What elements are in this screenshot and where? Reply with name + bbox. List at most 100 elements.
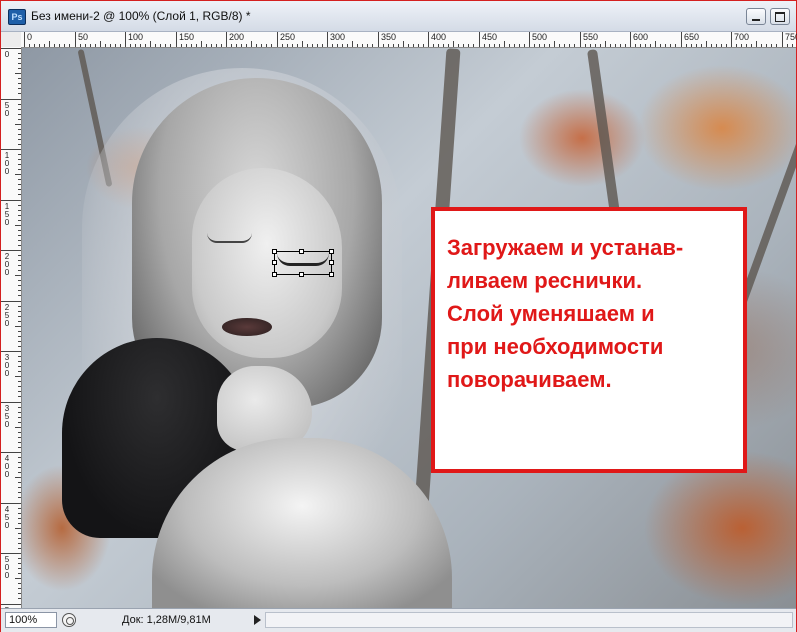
ruler-tick — [15, 174, 21, 175]
vertical-ruler[interactable]: 050100150200250300350400450500550 — [1, 47, 22, 631]
ruler-tick — [489, 44, 490, 47]
image-canvas[interactable]: Загружаем и устанав- ливаем реснички. Сл… — [22, 48, 796, 608]
transform-handle[interactable] — [272, 272, 277, 277]
ruler-tick — [110, 44, 111, 47]
ruler-tick — [18, 144, 21, 145]
transform-handle[interactable] — [299, 249, 304, 254]
ruler-tick — [18, 563, 21, 564]
ruler-tick — [49, 41, 50, 47]
transform-handle[interactable] — [329, 260, 334, 265]
ruler-tick — [1, 503, 21, 504]
ruler-tick — [1, 452, 21, 453]
transform-handle[interactable] — [272, 249, 277, 254]
ruler-tick — [271, 44, 272, 47]
restore-button[interactable] — [770, 8, 790, 25]
ruler-tick — [766, 44, 767, 47]
status-menu-arrow-icon[interactable] — [254, 615, 261, 625]
ruler-tick — [266, 44, 267, 47]
ruler-tick — [15, 326, 21, 327]
ruler-tick — [236, 44, 237, 47]
ruler-tick — [90, 44, 91, 47]
ruler-tick — [160, 44, 161, 47]
horizontal-scrollbar[interactable] — [265, 612, 793, 628]
ruler-tick — [1, 99, 21, 100]
ruler-tick — [1, 402, 21, 403]
ruler-tick — [64, 44, 65, 47]
horizontal-ruler[interactable]: 0 50 100 150 200 250 300 350 400 450 500 550 600 650 7… — [21, 32, 797, 48]
ruler-tick — [191, 44, 192, 47]
ruler-tick — [1, 604, 21, 605]
ruler-tick — [18, 280, 21, 281]
ruler-tick — [75, 32, 76, 47]
ruler-tick — [18, 593, 21, 594]
ruler-tick — [640, 44, 641, 47]
ruler-tick — [15, 427, 21, 428]
ruler-tick — [18, 598, 21, 599]
ruler-label: 700 — [734, 32, 750, 42]
ruler-tick — [782, 32, 783, 47]
ruler-tick — [85, 44, 86, 47]
transform-handle[interactable] — [272, 260, 277, 265]
ruler-tick — [524, 44, 525, 47]
ruler-tick — [574, 44, 575, 47]
status-bar: 100% Док: 1,28M/9,81M — [1, 608, 796, 632]
ruler-tick — [95, 44, 96, 47]
ruler-tick — [18, 194, 21, 195]
ruler-tick — [383, 44, 384, 47]
ruler-tick — [352, 41, 353, 47]
transform-handle[interactable] — [329, 249, 334, 254]
ruler-tick — [18, 568, 21, 569]
ruler-tick — [18, 437, 21, 438]
ruler-tick — [433, 44, 434, 47]
ruler-tick — [155, 44, 156, 47]
ruler-tick — [18, 255, 21, 256]
ruler-tick — [468, 44, 469, 47]
ruler-tick — [484, 44, 485, 47]
ruler-tick — [18, 396, 21, 397]
ruler-tick — [18, 573, 21, 574]
ruler-tick — [18, 472, 21, 473]
ruler-tick — [18, 311, 21, 312]
restore-icon — [775, 12, 785, 22]
ruler-label: 300 — [330, 32, 346, 42]
ruler-tick — [18, 205, 21, 206]
ruler-tick — [256, 44, 257, 47]
zoom-preview-icon[interactable] — [62, 613, 76, 627]
title-bar[interactable]: Ps Без имени-2 @ 100% (Слой 1, RGB/8) * — [1, 1, 796, 32]
ruler-tick — [231, 44, 232, 47]
ruler-tick — [736, 44, 737, 47]
ruler-tick — [686, 44, 687, 47]
ruler-tick — [211, 44, 212, 47]
ruler-label: 0 — [4, 50, 10, 59]
ruler-tick — [600, 44, 601, 47]
ruler-tick — [605, 41, 606, 47]
ruler-tick — [135, 44, 136, 47]
ruler-tick — [18, 63, 21, 64]
ruler-tick — [15, 225, 21, 226]
ruler-tick — [18, 583, 21, 584]
ruler-tick — [18, 391, 21, 392]
ruler-tick — [18, 371, 21, 372]
ruler-tick — [18, 114, 21, 115]
zoom-level-field[interactable]: 100% — [5, 612, 57, 628]
ruler-tick — [18, 88, 21, 89]
minimize-button[interactable] — [746, 8, 766, 25]
transform-handle[interactable] — [329, 272, 334, 277]
ruler-tick — [18, 381, 21, 382]
ruler-tick — [18, 78, 21, 79]
ruler-tick — [746, 44, 747, 47]
ruler-tick — [18, 341, 21, 342]
free-transform-box[interactable] — [272, 249, 334, 277]
ruler-tick — [18, 270, 21, 271]
ruler-label: 450 — [4, 505, 10, 530]
ruler-label: 200 — [4, 252, 10, 277]
ruler-tick — [418, 44, 419, 47]
ruler-tick — [347, 44, 348, 47]
ruler-tick — [18, 422, 21, 423]
ruler-tick — [681, 32, 682, 47]
ruler-tick — [494, 44, 495, 47]
ruler-tick — [18, 260, 21, 261]
transform-handle[interactable] — [299, 272, 304, 277]
ruler-origin[interactable] — [1, 32, 22, 48]
ruler-label: 50 — [4, 101, 10, 118]
